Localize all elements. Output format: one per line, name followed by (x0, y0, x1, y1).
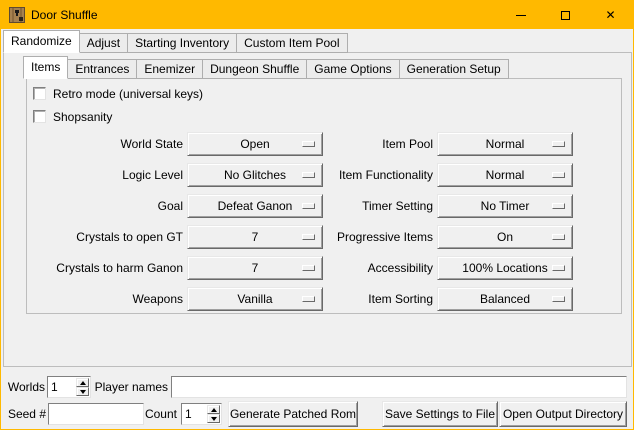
logic-level-label: Logic Level (29, 163, 183, 187)
logic-level-dropdown[interactable]: No Glitches (187, 163, 323, 187)
seed-label: Seed # (1, 403, 46, 425)
close-button[interactable]: ✕ (588, 1, 633, 29)
crystals-harm-ganon-dropdown[interactable]: 7 (187, 256, 323, 280)
item-pool-label: Item Pool (319, 132, 433, 156)
minimize-icon (516, 15, 526, 16)
count-spinbox[interactable] (181, 403, 222, 425)
item-pool-dropdown[interactable]: Normal (437, 132, 573, 156)
goal-dropdown[interactable]: Defeat Ganon (187, 194, 323, 218)
tab-custom-item-pool[interactable]: Custom Item Pool (236, 33, 347, 53)
dropdown-indicator-icon (552, 296, 565, 302)
timer-setting-dropdown[interactable]: No Timer (437, 194, 573, 218)
count-input[interactable] (183, 405, 206, 423)
spin-down-icon (211, 417, 217, 421)
accessibility-dropdown[interactable]: 100% Locations (437, 256, 573, 280)
crystals-open-gt-label: Crystals to open GT (29, 225, 183, 249)
player-names-input[interactable] (171, 376, 627, 398)
dropdown-indicator-icon (302, 296, 315, 302)
accessibility-label: Accessibility (319, 256, 433, 280)
save-settings-button[interactable]: Save Settings to File (382, 401, 498, 427)
world-state-dropdown[interactable]: Open (187, 132, 323, 156)
retro-mode-checkbox[interactable] (33, 87, 46, 100)
dropdown-indicator-icon (552, 265, 565, 271)
maximize-icon (561, 11, 570, 20)
tab-randomize[interactable]: Randomize (3, 30, 80, 53)
tab-starting-inventory[interactable]: Starting Inventory (127, 33, 237, 53)
shopsanity-checkbox[interactable] (33, 110, 46, 123)
dropdown-indicator-icon (302, 172, 315, 178)
tab-generation-setup[interactable]: Generation Setup (399, 59, 509, 79)
door-shuffle-window: Door Shuffle ✕ Randomize Adjust Starting… (0, 0, 634, 430)
world-state-label: World State (29, 132, 183, 156)
tab-game-options[interactable]: Game Options (306, 59, 399, 79)
goal-label: Goal (29, 194, 183, 218)
dropdown-indicator-icon (552, 141, 565, 147)
tab-dungeon-shuffle[interactable]: Dungeon Shuffle (202, 59, 307, 79)
weapons-dropdown[interactable]: Vanilla (187, 287, 323, 311)
generate-patched-rom-button[interactable]: Generate Patched Rom (228, 401, 358, 427)
window-title: Door Shuffle (31, 8, 98, 22)
retro-mode-checkbox-row[interactable]: Retro mode (universal keys) (33, 86, 203, 101)
dropdown-indicator-icon (302, 141, 315, 147)
spin-up-icon (80, 381, 86, 385)
tab-entrances[interactable]: Entrances (67, 59, 137, 79)
count-label: Count (137, 403, 177, 425)
item-sorting-dropdown[interactable]: Balanced (437, 287, 573, 311)
dropdown-indicator-icon (302, 265, 315, 271)
worlds-spinbox[interactable] (47, 376, 91, 398)
item-functionality-label: Item Functionality (319, 163, 433, 187)
timer-setting-label: Timer Setting (319, 194, 433, 218)
player-names-label: Player names (91, 376, 168, 398)
shopsanity-label: Shopsanity (53, 110, 112, 124)
worlds-input[interactable] (49, 378, 75, 396)
open-output-directory-button[interactable]: Open Output Directory (499, 401, 627, 427)
spin-up-icon (211, 408, 217, 412)
worlds-spin-up-button[interactable] (76, 378, 89, 387)
dropdown-indicator-icon (302, 234, 315, 240)
progressive-items-dropdown[interactable]: On (437, 225, 573, 249)
door-icon (9, 7, 25, 23)
progressive-items-label: Progressive Items (319, 225, 433, 249)
dropdown-indicator-icon (552, 234, 565, 240)
count-spin-down-button[interactable] (207, 414, 220, 423)
title-bar[interactable]: Door Shuffle ✕ (1, 1, 633, 29)
retro-mode-label: Retro mode (universal keys) (53, 87, 203, 101)
spin-down-icon (80, 390, 86, 394)
worlds-spin-down-button[interactable] (76, 387, 89, 396)
tab-enemizer[interactable]: Enemizer (136, 59, 203, 79)
tab-adjust[interactable]: Adjust (79, 33, 128, 53)
maximize-button[interactable] (543, 1, 588, 29)
tab-items[interactable]: Items (23, 56, 68, 79)
item-sorting-label: Item Sorting (319, 287, 433, 311)
item-functionality-dropdown[interactable]: Normal (437, 163, 573, 187)
weapons-label: Weapons (29, 287, 183, 311)
seed-input[interactable] (48, 403, 144, 425)
dropdown-indicator-icon (552, 203, 565, 209)
worlds-label: Worlds (1, 376, 45, 398)
shopsanity-checkbox-row[interactable]: Shopsanity (33, 109, 112, 124)
dropdown-indicator-icon (552, 172, 565, 178)
minimize-button[interactable] (498, 1, 543, 29)
close-icon: ✕ (605, 9, 615, 21)
crystals-open-gt-dropdown[interactable]: 7 (187, 225, 323, 249)
count-spin-up-button[interactable] (207, 405, 220, 414)
dropdown-indicator-icon (302, 203, 315, 209)
crystals-harm-ganon-label: Crystals to harm Ganon (29, 256, 183, 280)
